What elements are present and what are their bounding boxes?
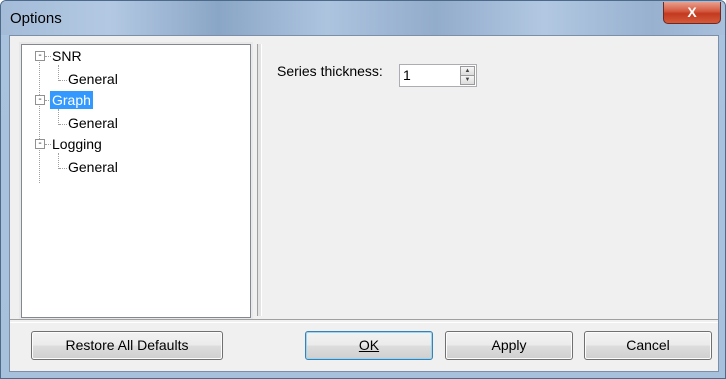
- tree-node-graph[interactable]: - Graph: [34, 91, 234, 109]
- panel-splitter[interactable]: [257, 44, 262, 316]
- tree-node-label: General: [68, 159, 118, 175]
- tree-node-label: SNR: [52, 48, 82, 64]
- title-bar[interactable]: Options X: [1, 1, 725, 35]
- tree-node-label: General: [68, 115, 118, 131]
- tree-node-snr[interactable]: - SNR: [34, 47, 234, 65]
- chevron-up-icon: ▲: [464, 68, 471, 74]
- tree-node-label: Logging: [52, 136, 102, 152]
- apply-button[interactable]: Apply: [445, 331, 573, 360]
- dialog-client-area: - SNR General - Graph General - Logging …: [9, 35, 719, 372]
- ok-button[interactable]: OK: [305, 331, 433, 360]
- button-bar-divider: [10, 319, 718, 323]
- tree-node-snr-general[interactable]: General: [34, 70, 234, 88]
- close-button[interactable]: X: [663, 2, 721, 24]
- restore-all-defaults-button[interactable]: Restore All Defaults: [31, 331, 223, 360]
- options-window: Options X - SNR General - Graph General …: [0, 0, 726, 379]
- tree-node-label: General: [68, 71, 118, 87]
- close-icon: X: [687, 4, 697, 20]
- ok-button-label: OK: [358, 337, 380, 353]
- tree-node-label-selected: Graph: [50, 91, 93, 109]
- cancel-button[interactable]: Cancel: [584, 331, 712, 360]
- spin-down-button[interactable]: ▼: [460, 75, 475, 85]
- collapse-icon[interactable]: -: [35, 139, 45, 149]
- series-thickness-label: Series thickness:: [277, 63, 383, 79]
- collapse-icon[interactable]: -: [35, 51, 45, 61]
- collapse-icon[interactable]: -: [35, 95, 45, 105]
- tree-node-logging-general[interactable]: General: [34, 158, 234, 176]
- tree-node-logging[interactable]: - Logging: [34, 135, 234, 153]
- tree-node-graph-general[interactable]: General: [34, 114, 234, 132]
- series-thickness-stepper[interactable]: 1 ▲ ▼: [399, 64, 477, 87]
- options-tree[interactable]: - SNR General - Graph General - Logging …: [19, 42, 253, 320]
- window-title: Options: [10, 10, 62, 27]
- spin-buttons: ▲ ▼: [460, 66, 475, 85]
- chevron-down-icon: ▼: [464, 77, 471, 83]
- series-thickness-value[interactable]: 1: [403, 66, 411, 84]
